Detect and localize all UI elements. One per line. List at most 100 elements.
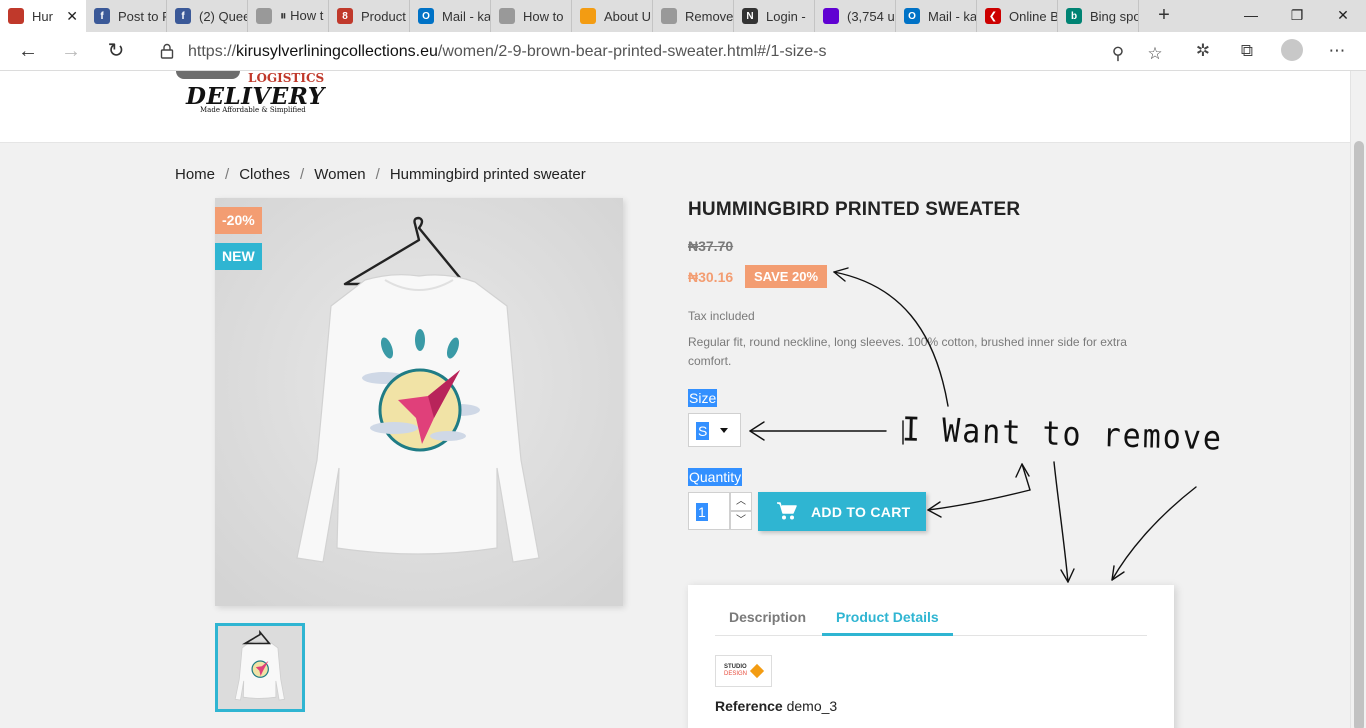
browser-tab[interactable]: How to [491,0,572,32]
tab-title: Mail - ka [928,8,976,24]
discount-badge: SAVE 20% [745,265,828,288]
tab-favicon-icon: N [742,8,758,24]
address-bar[interactable]: https://kirusylverliningcollections.eu/w… [144,35,1174,68]
browser-tab[interactable]: N Login - [734,0,815,32]
browser-tab[interactable]: Hur ✕ [0,0,86,32]
breadcrumb: Home / Clothes / Women / Hummingbird printed s… [175,166,586,183]
forward-arrow-icon[interactable]: → [57,38,85,66]
tab-favicon-icon: ❮ [985,8,1001,24]
new-flag: NEW [215,243,262,270]
discount-flag: -20% [215,207,262,234]
tax-label: Tax included [688,309,755,323]
tab-title: Remove [685,8,733,24]
product-reference: Reference demo_3 [715,698,837,714]
product-main-image[interactable]: -20% NEW [215,198,623,606]
delivery-car-icon [176,71,240,79]
back-arrow-icon[interactable]: ← [14,38,42,66]
tab-favicon-icon: b [1066,8,1082,24]
browser-tab[interactable]: b Bing spo [1058,0,1139,32]
reference-label: Reference [715,698,783,714]
breadcrumb-women[interactable]: Women [314,166,365,183]
sweater-illustration [215,198,623,606]
restore-button[interactable]: ❐ [1274,0,1320,32]
tab-title: ⏸ How t [280,8,324,23]
favorites-list-icon[interactable]: ✲ [1192,40,1214,62]
active-tab-indicator [822,633,953,636]
tab-title: Post to F [118,8,166,24]
collections-icon[interactable]: ⧉ [1236,40,1258,62]
breadcrumb-clothes[interactable]: Clothes [239,166,290,183]
scrollbar-thumb[interactable] [1354,141,1364,728]
tab-favicon-icon [823,8,839,24]
product-short-description: Regular fit, round neckline, long sleeve… [688,335,1127,368]
refresh-icon[interactable]: ↻ [102,38,130,66]
close-tab-icon[interactable]: ✕ [66,8,78,25]
tab-title: (3,754 u [847,8,895,24]
tab-description[interactable]: Description [729,609,806,625]
tab-favicon-icon [256,8,272,24]
close-window-button[interactable]: ✕ [1320,0,1366,32]
brand-logo[interactable]: STUDIO DESIGN [715,655,772,687]
sweater-thumbnail-image [218,626,302,709]
tab-title: Hur [32,8,53,24]
reference-value: demo_3 [786,698,838,714]
product-tabs-panel: Description Product Details STUDIO DESIG… [688,585,1174,728]
size-selected-value: S [696,422,710,440]
lock-icon [160,43,174,59]
tab-favicon-icon: f [175,8,191,24]
quantity-decrement-button[interactable]: ﹀ [730,511,752,530]
quantity-increment-button[interactable]: ︿ [730,492,752,511]
tab-title: How to [523,8,564,24]
product-title: HUMMINGBIRD PRINTED SWEATER [688,199,1021,220]
tab-favicon-icon [499,8,515,24]
breadcrumb-home[interactable]: Home [175,166,215,183]
favorite-star-icon[interactable]: ☆ [1144,43,1166,65]
site-header: LOGISTICS DELIVERY Made Affordable & Sim… [0,71,1350,143]
logo-tagline: Made Affordable & Simplified [200,106,306,114]
add-to-cart-label: ADD TO CART [811,504,911,520]
browser-tab[interactable]: (3,754 u [815,0,896,32]
profile-avatar[interactable] [1281,39,1303,61]
regular-price: ₦37.70 [688,238,734,254]
browser-tab[interactable]: O Mail - ka [896,0,977,32]
tab-favicon-icon: O [904,8,920,24]
browser-tab[interactable]: About U [572,0,653,32]
tab-title: Online B [1009,8,1057,24]
product-thumbnail[interactable] [215,623,305,712]
web-page: LOGISTICS DELIVERY Made Affordable & Sim… [0,71,1366,728]
size-select[interactable]: S [688,413,741,447]
site-logo[interactable]: LOGISTICS DELIVERY Made Affordable & Sim… [176,71,324,117]
page-scrollbar[interactable] [1350,71,1366,728]
new-tab-button[interactable]: + [1152,4,1176,28]
quantity-input[interactable]: 1 [688,492,730,530]
zoom-search-icon[interactable]: ⚲ [1107,43,1129,65]
browser-tab[interactable]: 8 Product [329,0,410,32]
browser-tab[interactable]: f Post to F [86,0,167,32]
minimize-button[interactable]: — [1228,0,1274,32]
browser-tab[interactable]: O Mail - ka [410,0,491,32]
breadcrumb-current: Hummingbird printed sweater [389,166,586,183]
browser-tab[interactable]: f (2) Quee [167,0,248,32]
tab-title: Login - [766,8,806,24]
browser-tab[interactable]: Remove [653,0,734,32]
shopping-cart-icon [777,502,797,520]
browser-tab[interactable]: ⏸ How t [248,0,329,32]
tab-favicon-icon: 8 [337,8,353,24]
tab-title: Mail - ka [442,8,490,24]
dropdown-caret-icon [720,428,728,433]
tab-title: About U [604,8,651,24]
tab-favicon-icon: O [418,8,434,24]
more-options-icon[interactable]: ⋯ [1326,40,1348,62]
tab-favicon-icon [580,8,596,24]
tab-product-details[interactable]: Product Details [836,609,939,625]
tab-title: (2) Quee [199,8,247,24]
url-text: https://kirusylverliningcollections.eu/w… [188,43,827,60]
tab-favicon-icon: f [94,8,110,24]
add-to-cart-button[interactable]: ADD TO CART [758,492,926,531]
quantity-value: 1 [696,503,708,521]
tab-title: Product [361,8,406,24]
quantity-label: Quantity [688,468,743,486]
tab-title: Bing spo [1090,8,1138,24]
browser-tab[interactable]: ❮ Online B [977,0,1058,32]
brand-diamond-icon [749,663,765,679]
